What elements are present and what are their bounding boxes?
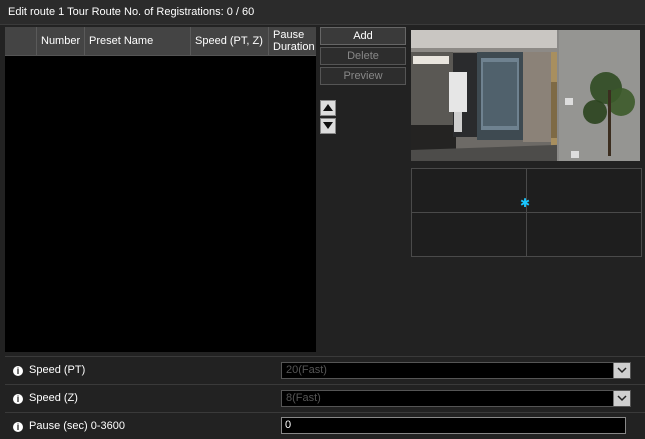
speed-z-row: i Speed (Z) 8(Fast) xyxy=(5,384,645,411)
crosshair-icon: ✱ xyxy=(520,196,531,210)
speed-pt-row: i Speed (PT) 20(Fast) xyxy=(5,356,645,383)
pause-label: i Pause (sec) 0-3600 xyxy=(13,420,125,432)
settings-panel: i Speed (PT) 20(Fast) i Speed (Z) 8(Fast) … xyxy=(5,356,645,439)
preview-button[interactable]: Preview xyxy=(320,67,406,85)
speed-pt-select[interactable]: 20(Fast) xyxy=(281,362,631,379)
speed-pt-label: i Speed (PT) xyxy=(13,364,85,376)
ptz-position-grid[interactable]: ✱ xyxy=(411,168,642,257)
pause-input[interactable]: 0 xyxy=(281,417,626,434)
column-preset-name[interactable]: Preset Name xyxy=(84,27,191,55)
down-arrow-icon[interactable] xyxy=(320,118,336,134)
table-header: Number Preset Name Speed (PT, Z) Pause D… xyxy=(5,27,316,56)
info-icon: i xyxy=(13,394,23,404)
pause-row: i Pause (sec) 0-3600 0 xyxy=(5,412,645,439)
chevron-down-icon[interactable] xyxy=(613,363,630,378)
column-number[interactable]: Number xyxy=(36,27,85,55)
camera-preview xyxy=(411,30,640,161)
title-bar: Edit route 1 Tour Route No. of Registrat… xyxy=(0,0,645,25)
column-speed[interactable]: Speed (PT, Z) xyxy=(190,27,269,55)
delete-button[interactable]: Delete xyxy=(320,47,406,65)
speed-z-select[interactable]: 8(Fast) xyxy=(281,390,631,407)
chevron-down-icon[interactable] xyxy=(613,391,630,406)
up-arrow-icon[interactable] xyxy=(320,100,336,116)
preset-table[interactable]: Number Preset Name Speed (PT, Z) Pause D… xyxy=(5,27,316,352)
column-select xyxy=(5,27,36,55)
registration-count: No. of Registrations: 0 / 60 xyxy=(124,6,255,18)
page-title: Edit route 1 Tour Route xyxy=(8,6,121,18)
add-button[interactable]: Add xyxy=(320,27,406,45)
column-pause-duration[interactable]: Pause Duration xyxy=(268,27,317,55)
info-icon: i xyxy=(13,366,23,376)
grid-divider-horizontal xyxy=(412,212,641,213)
tour-route-editor: Edit route 1 Tour Route No. of Registrat… xyxy=(0,0,645,439)
info-icon: i xyxy=(13,422,23,432)
speed-z-label: i Speed (Z) xyxy=(13,392,78,404)
